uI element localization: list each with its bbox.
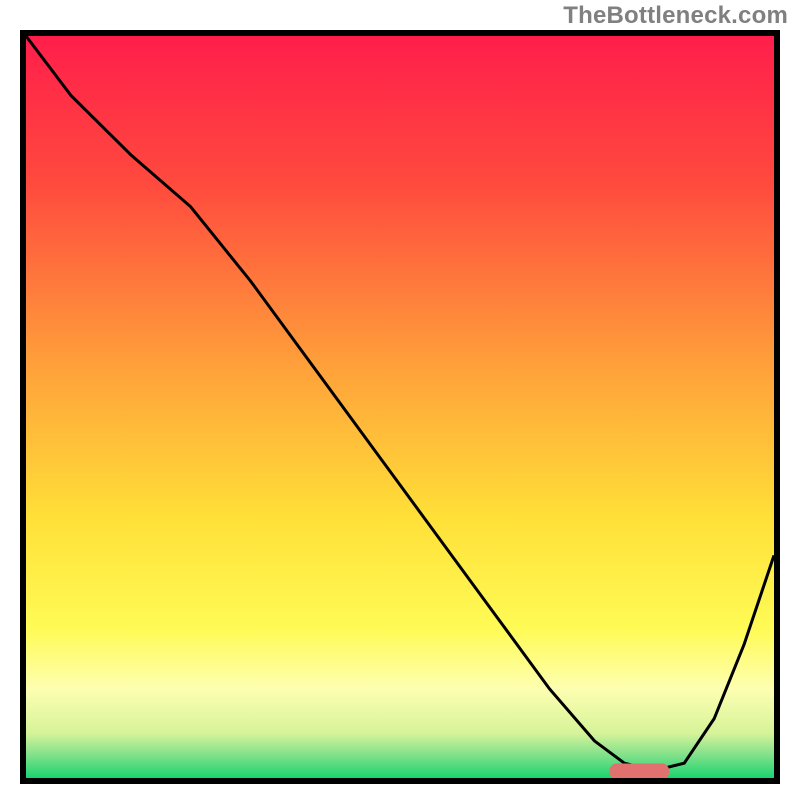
plot-svg (26, 36, 774, 778)
gradient-background (26, 36, 774, 778)
watermark-text: TheBottleneck.com (563, 2, 788, 30)
chart-container: TheBottleneck.com (0, 0, 800, 800)
optimal-range-marker (609, 764, 669, 778)
